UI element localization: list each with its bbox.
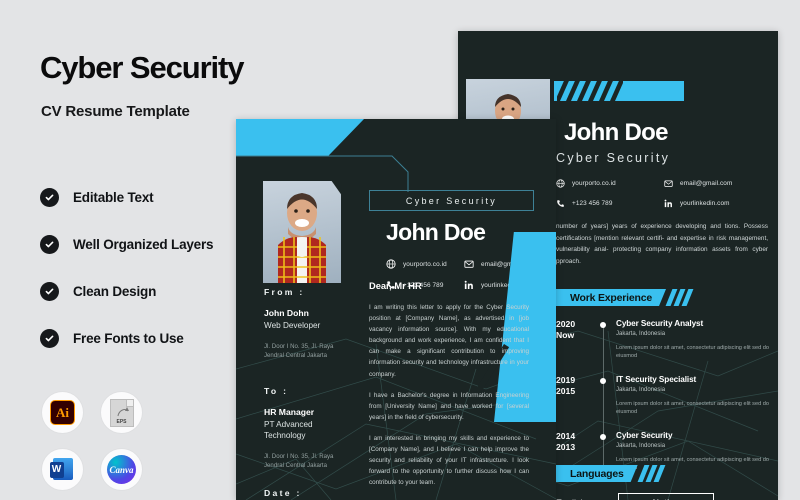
feature-list: Editable Text Well Organized Layers Clea… bbox=[40, 185, 250, 373]
timeline-years: 2014 2013 bbox=[556, 431, 576, 452]
job-location: Jakarta, Indonesia bbox=[616, 442, 666, 449]
letter-paragraph: I have a Bachelor's degree in Informatio… bbox=[369, 391, 529, 421]
feature-label: Clean Design bbox=[73, 284, 157, 299]
app-format-icons: Ai W Canva bbox=[42, 392, 142, 500]
word-glyph: W bbox=[49, 457, 76, 483]
work-experience-heading: Work Experience bbox=[556, 289, 694, 306]
to-label: To : bbox=[264, 386, 289, 396]
job-title: Cyber Security Analyst bbox=[616, 319, 704, 328]
language-level-badge: Native bbox=[618, 493, 714, 500]
contact-text: +123 456 789 bbox=[572, 200, 613, 207]
from-address: Jl. Door I No. 35, Jl. Raya Jendral Cent… bbox=[264, 343, 334, 359]
promo-panel: Cyber Security CV Resume Template Editab… bbox=[0, 0, 245, 500]
date-label: Date : bbox=[264, 488, 302, 498]
job-location: Jakarta, Indonesia bbox=[616, 330, 666, 337]
candidate-name: John Doe bbox=[386, 219, 486, 245]
check-circle-icon bbox=[40, 235, 59, 254]
timeline-years: 2020 Now bbox=[556, 319, 576, 340]
check-circle-icon bbox=[40, 282, 59, 301]
job-location: Jakarta, Indonesia bbox=[616, 386, 666, 393]
from-name: John Dohn bbox=[264, 308, 309, 318]
letter-paragraph: I am writing this letter to apply for th… bbox=[369, 304, 529, 378]
timeline-dot-icon bbox=[600, 378, 607, 384]
profile-summary: number of years] years of experience dev… bbox=[556, 223, 768, 265]
linkedin-icon bbox=[664, 199, 672, 208]
languages-label: Languages bbox=[556, 465, 638, 482]
page-subtitle: CV Resume Template bbox=[41, 103, 190, 120]
to-address: Jl. Door I No. 35, Jl. Raya Jendral Cent… bbox=[264, 453, 334, 469]
cover-letter-body: Dear, Mr HR I am writing this letter to … bbox=[369, 281, 529, 500]
feature-label: Editable Text bbox=[73, 190, 154, 205]
corner-accent-shape bbox=[236, 119, 364, 156]
mail-icon bbox=[464, 260, 474, 268]
contact-item[interactable]: +123 456 789 bbox=[556, 199, 664, 208]
feature-item: Editable Text bbox=[40, 185, 250, 210]
letter-meta-column: From : John Dohn Web Developer Jl. Door … bbox=[264, 287, 352, 500]
eps-glyph bbox=[109, 398, 134, 427]
avatar bbox=[263, 181, 341, 283]
diagonal-stripes-decoration bbox=[557, 81, 623, 101]
contact-text: yourlinkedin.com bbox=[680, 200, 730, 207]
word-icon: W bbox=[42, 449, 83, 490]
globe-icon bbox=[556, 179, 565, 188]
illustrator-glyph: Ai bbox=[50, 400, 75, 425]
contact-item[interactable]: yourlinkedin.com bbox=[664, 199, 772, 208]
candidate-role: Cyber Security bbox=[556, 151, 671, 165]
resume-card-front[interactable]: Cyber Security John Doe yourporto.co.id … bbox=[236, 119, 556, 500]
eps-file-icon bbox=[101, 392, 142, 433]
feature-item: Clean Design bbox=[40, 279, 250, 304]
job-description: Lorem ipsum dolor sit amet, consectetur … bbox=[616, 400, 769, 415]
feature-item: Well Organized Layers bbox=[40, 232, 250, 257]
contact-item[interactable]: yourporto.co.id bbox=[556, 179, 664, 188]
illustrator-icon: Ai bbox=[42, 392, 83, 433]
timeline-item: 2019 2015 IT Security Specialist Jakarta… bbox=[556, 375, 771, 424]
contact-text: email@gmail.com bbox=[680, 180, 733, 187]
globe-icon bbox=[386, 259, 396, 269]
from-label: From : bbox=[264, 287, 305, 297]
languages-list: English Native Spanish Fluent bbox=[556, 493, 726, 500]
corner-hairline-decoration bbox=[236, 155, 409, 192]
role-badge: Cyber Security bbox=[369, 190, 534, 211]
job-description: Lorem ipsum dolor sit amet, consectetur … bbox=[616, 344, 769, 359]
feature-label: Free Fonts to Use bbox=[73, 331, 184, 346]
check-circle-icon bbox=[40, 188, 59, 207]
contact-text: yourporto.co.id bbox=[572, 180, 616, 187]
canva-glyph: Canva bbox=[107, 455, 136, 484]
page-title: Cyber Security bbox=[40, 50, 245, 85]
work-experience-label: Work Experience bbox=[556, 289, 666, 306]
portrait-photo bbox=[278, 193, 326, 283]
feature-item: Free Fonts to Use bbox=[40, 326, 250, 351]
job-title: Cyber Security bbox=[616, 431, 673, 440]
feature-label: Well Organized Layers bbox=[73, 237, 214, 252]
canva-icon: Canva bbox=[101, 449, 142, 490]
letter-greeting: Dear, Mr HR bbox=[369, 281, 422, 291]
timeline-dot-icon bbox=[600, 322, 607, 328]
language-row: English Native bbox=[556, 493, 726, 500]
work-experience-timeline: 2020 Now Cyber Security Analyst Jakarta,… bbox=[556, 319, 771, 487]
from-role: Web Developer bbox=[264, 321, 321, 330]
languages-heading: Languages bbox=[556, 465, 666, 482]
check-circle-icon bbox=[40, 329, 59, 348]
timeline-item: 2020 Now Cyber Security Analyst Jakarta,… bbox=[556, 319, 771, 368]
mail-icon bbox=[664, 180, 673, 187]
job-title: IT Security Specialist bbox=[616, 375, 697, 384]
letter-paragraph: I am interested in bringing my skills an… bbox=[369, 434, 529, 487]
to-company: PT Advanced Technology bbox=[264, 420, 313, 440]
timeline-dot-icon bbox=[600, 434, 607, 440]
contact-list: yourporto.co.id email@gmail.com +123 456… bbox=[556, 179, 772, 208]
contact-item[interactable]: yourporto.co.id bbox=[386, 259, 460, 269]
phone-icon bbox=[557, 200, 564, 207]
contact-text: yourporto.co.id bbox=[403, 260, 447, 268]
to-name: HR Manager bbox=[264, 407, 315, 417]
timeline-years: 2019 2015 bbox=[556, 375, 576, 396]
candidate-name: John Doe bbox=[564, 119, 668, 146]
contact-item[interactable]: email@gmail.com bbox=[664, 179, 772, 188]
